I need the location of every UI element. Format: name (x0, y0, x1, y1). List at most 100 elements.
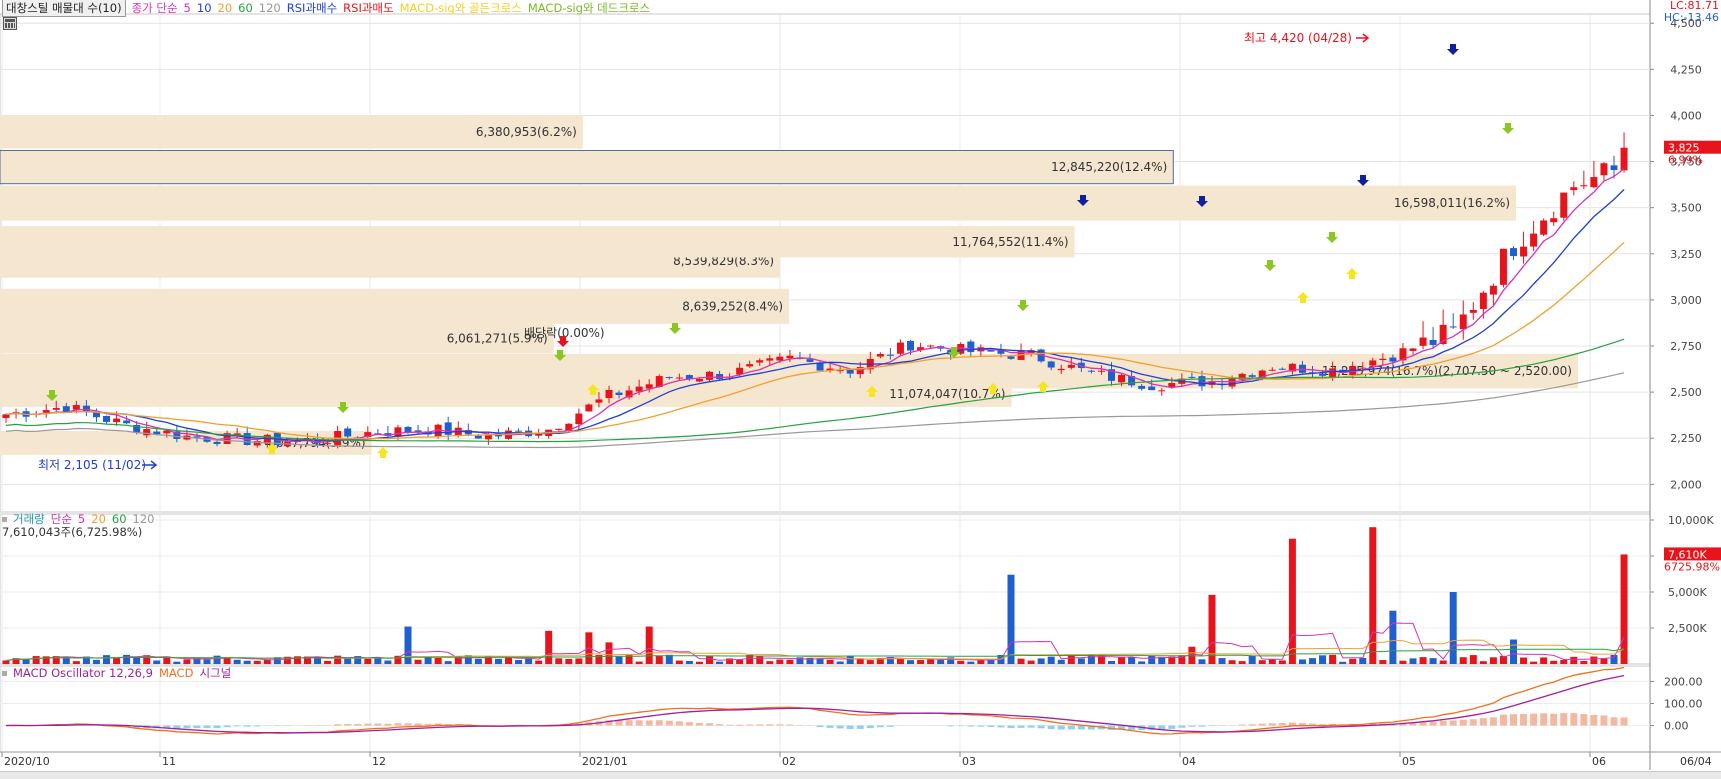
volume-profile-zone (0, 288, 790, 324)
candle-body (404, 426, 412, 433)
x-tick-label: 06/04 (1680, 755, 1712, 768)
macd-osc-bar (1610, 717, 1618, 726)
macd-osc-bar (987, 725, 995, 728)
volume-bar (545, 630, 553, 664)
macd-osc-bar (1007, 725, 1015, 729)
volume-bar (1580, 661, 1588, 664)
candle-body (193, 436, 201, 438)
macd-osc-bar (394, 723, 402, 726)
volume-bar (1379, 660, 1387, 664)
volume-bar (173, 661, 181, 664)
volume-bar (1288, 538, 1296, 664)
candle-body (695, 378, 703, 382)
candle-body (1047, 361, 1055, 368)
macd-dead-cross-icon (669, 323, 681, 334)
candle-body (1409, 348, 1417, 351)
ma-period-60: 60 (238, 1, 253, 15)
candle-body (1610, 165, 1618, 170)
candle-body (1379, 358, 1387, 361)
candle-body (484, 435, 492, 440)
horizontal-scrollbar[interactable] (0, 771, 1721, 779)
macd-osc-bar (886, 725, 894, 727)
macd-dead-cross-icon (1017, 300, 1029, 311)
volume-bar (1540, 657, 1548, 664)
macd-osc-bar (766, 724, 774, 726)
candle-body (324, 443, 332, 445)
volume-profile-label: 12,845,220(12.4%) (1051, 160, 1167, 174)
volume-bar (1017, 658, 1025, 664)
macd-osc-bar (1178, 725, 1186, 728)
price-tick-label: 2,250 (1670, 432, 1702, 445)
candle-body (1600, 163, 1608, 176)
volume-bar (233, 659, 241, 664)
volume-bar (756, 656, 764, 664)
macd-osc-bar (1489, 717, 1497, 726)
main-title-box[interactable]: 대창스틸 매물대 수(10) (2, 0, 126, 17)
volume-bar (565, 658, 573, 664)
volume-profile-zone (0, 150, 1174, 184)
candle-body (1580, 185, 1588, 187)
candle-body (344, 428, 352, 437)
volume-bar (1228, 660, 1236, 664)
chart-canvas[interactable]: 2,0002,2502,5002,7503,0003,2503,5003,750… (0, 0, 1721, 779)
volume-bar (1419, 657, 1427, 664)
volume-tick-label: 5,000K (1668, 586, 1707, 599)
macd-osc-bar (1047, 725, 1055, 730)
macd-osc-bar (1258, 723, 1266, 726)
macd-osc-bar (1590, 715, 1598, 726)
volume-bar (927, 659, 935, 664)
volume-profile-zone (0, 226, 1075, 258)
volume-bar (1108, 660, 1115, 664)
macd-osc-bar (1208, 725, 1216, 727)
macd-osc-bar (1198, 725, 1206, 727)
macd-osc-bar (1037, 725, 1045, 729)
volume-bar (1439, 660, 1447, 664)
candle-body (746, 364, 754, 367)
macd-osc-bar (675, 721, 683, 726)
macd-osc-bar (776, 724, 784, 726)
candle-body (1138, 385, 1146, 389)
macd-osc-bar (344, 723, 352, 726)
macd-dead-cross-icon (1502, 123, 1514, 134)
macd-osc-bar (1530, 713, 1538, 726)
candle-body (414, 430, 422, 432)
candle-body (1510, 248, 1517, 257)
candle-body (675, 377, 683, 379)
candle-body (776, 356, 784, 361)
price-tick-label: 2,750 (1670, 340, 1702, 353)
volume-bar (937, 659, 945, 664)
x-tick-label: 12 (372, 755, 386, 768)
calculator-icon[interactable] (3, 17, 17, 30)
macd-osc-bar (786, 724, 794, 726)
macd-osc-bar (706, 723, 713, 726)
volume-bar (183, 659, 191, 664)
volume-panel[interactable] (0, 513, 1651, 665)
volume-bar (1037, 658, 1045, 664)
volume-bar (1339, 661, 1347, 664)
candle-body (907, 340, 914, 351)
volume-bar (675, 660, 683, 664)
rsi-sell-label: RSI과매도 (343, 1, 394, 15)
stock-chart[interactable]: 2,000 2,250 2,500 2,750 3,000 3,250 3,500 3,750… (0, 0, 1721, 779)
price-legend: 대창스틸 매물대 수(10) 종가 단순 5 10 20 60 120 RSI과… (2, 0, 650, 17)
volume-bar (1329, 654, 1337, 664)
volume-bar (1620, 554, 1628, 664)
macd-osc-bar (655, 720, 663, 726)
macd-osc-bar (1027, 725, 1035, 728)
volume-bar (153, 660, 161, 664)
candle-body (474, 435, 482, 439)
volume-bar (525, 658, 533, 664)
volume-bar (72, 661, 80, 664)
x-tick-label: 03 (962, 755, 976, 768)
macd-osc-bar (213, 725, 221, 729)
candle-body (1469, 309, 1477, 313)
volume-bar (263, 659, 271, 664)
volume-bar (535, 660, 543, 664)
macd-osc-bar (354, 723, 362, 726)
candle-body (82, 405, 90, 412)
candle-body (1530, 233, 1538, 247)
macd-osc-bar (1288, 722, 1296, 726)
candle-body (1540, 220, 1548, 235)
volume-bar (1429, 658, 1437, 664)
candle-body (706, 371, 713, 380)
